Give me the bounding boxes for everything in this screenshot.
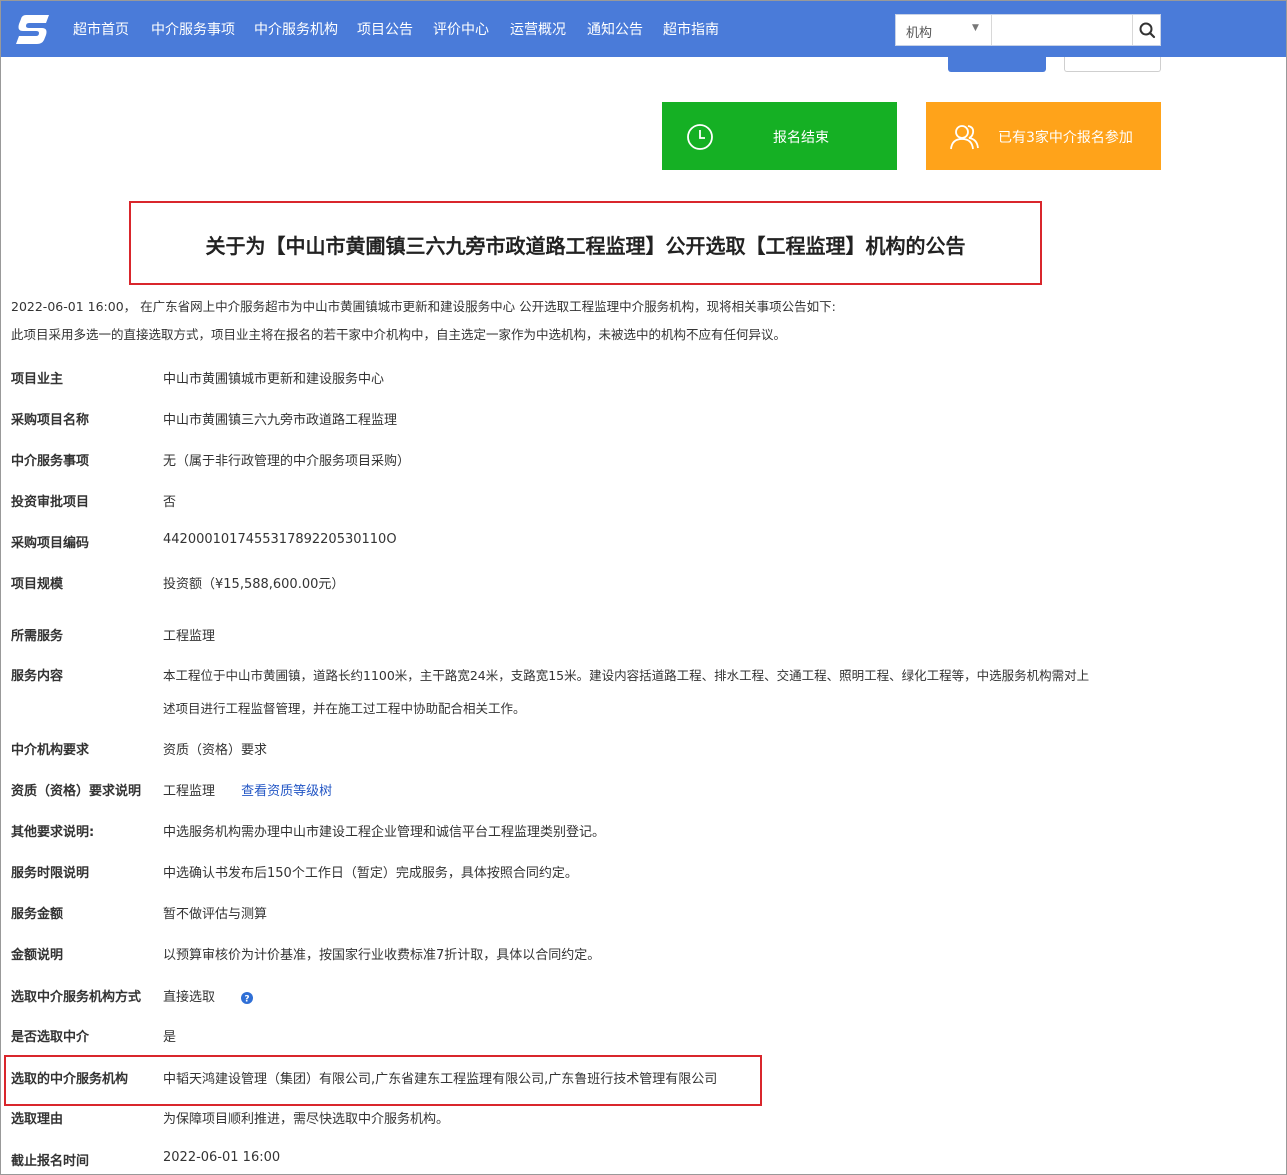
nav-home[interactable]: 超市首页 [73, 19, 129, 39]
label-service-period: 服务时限说明 [11, 866, 90, 881]
participants-button[interactable]: 已有3家中介报名参加 [926, 102, 1161, 170]
value-project-scale: 投资额（¥15,588,600.00元） [163, 577, 345, 592]
nav-evaluation[interactable]: 评价中心 [433, 19, 489, 39]
nav-announcements[interactable]: 通知公告 [587, 19, 643, 39]
nav-guide[interactable]: 超市指南 [663, 19, 719, 39]
value-service-content-line-1: 本工程位于中山市黄圃镇，道路长约1100米，主干路宽24米，支路宽15米。建设内… [163, 668, 1090, 683]
label-selected-agencies: 选取的中介服务机构 [11, 1072, 129, 1087]
top-nav: 超市首页 中介服务事项 中介服务机构 项目公告 评价中心 运营概况 通知公告 超… [1, 1, 1286, 57]
label-selection-reason: 选取理由 [11, 1112, 64, 1127]
value-service-period: 中选确认书发布后150个工作日（暂定）完成服务，具体按照合同约定。 [163, 866, 578, 881]
value-required-service: 工程监理 [163, 629, 216, 644]
view-qualification-tree-link[interactable]: 查看资质等级树 [241, 784, 332, 799]
search-icon [1139, 22, 1156, 39]
label-service-amount: 服务金额 [11, 907, 64, 922]
value-project-code: 442000101745531789220530110O [163, 532, 397, 547]
label-agency-requirement: 中介机构要求 [11, 743, 90, 758]
label-registration-deadline: 截止报名时间 [11, 1154, 90, 1169]
value-amount-note: 以预算审核价为计价基准，按国家行业收费标准7折计取，具体以合同约定。 [163, 948, 601, 963]
users-icon [950, 125, 979, 150]
value-other-requirements: 中选服务机构需办理中山市建设工程企业管理和诚信平台工程监理类别登记。 [163, 825, 606, 840]
search-input[interactable] [993, 15, 1131, 45]
nav-operations[interactable]: 运营概况 [510, 19, 566, 39]
participants-label: 已有3家中介报名参加 [998, 130, 1133, 146]
intro-line-1: 2022-06-01 16:00， 在广东省网上中介服务超市为中山市黄圃镇城市更… [11, 299, 836, 314]
partial-white-button[interactable] [1064, 57, 1161, 72]
label-amount-note: 金额说明 [11, 948, 64, 963]
nav-service-agencies[interactable]: 中介服务机构 [254, 19, 338, 39]
value-agency-requirement: 资质（资格）要求 [163, 743, 268, 758]
label-service-item: 中介服务事项 [11, 454, 90, 469]
search-button[interactable] [1132, 15, 1161, 45]
search-box: 机构 ▼ [895, 14, 1161, 46]
selection-method-text: 直接选取 [163, 990, 216, 1005]
qualification-value: 工程监理 [163, 784, 216, 799]
value-project-owner: 中山市黄圃镇城市更新和建设服务中心 [163, 372, 385, 387]
help-icon[interactable]: ? [241, 991, 254, 1004]
chevron-down-icon: ▼ [972, 23, 979, 33]
value-qualification-note: 工程监理 查看资质等级树 [163, 780, 332, 799]
value-project-name: 中山市黄圃镇三六九旁市政道路工程监理 [163, 413, 398, 428]
label-required-service: 所需服务 [11, 629, 64, 644]
registration-status-label: 报名结束 [773, 130, 829, 146]
nav-service-items[interactable]: 中介服务事项 [151, 19, 235, 39]
registration-status-button[interactable]: 报名结束 [662, 102, 897, 170]
label-project-name: 采购项目名称 [11, 413, 90, 428]
value-selection-reason: 为保障项目顺利推进，需尽快选取中介服务机构。 [163, 1112, 450, 1127]
search-category-select[interactable]: 机构 ▼ [896, 15, 992, 45]
value-service-item: 无（属于非行政管理的中介服务项目采购） [163, 454, 411, 469]
value-service-amount: 暂不做评估与测算 [163, 907, 268, 922]
search-category-label: 机构 [906, 26, 933, 41]
value-agency-selected: 是 [163, 1030, 177, 1045]
label-project-code: 采购项目编码 [11, 536, 90, 551]
nav-project-notices[interactable]: 项目公告 [357, 19, 413, 39]
value-registration-deadline: 2022-06-01 16:00 [163, 1150, 281, 1165]
site-logo[interactable] [13, 11, 53, 47]
label-project-scale: 项目规模 [11, 577, 64, 592]
value-investment-approval: 否 [163, 495, 177, 510]
value-service-content-line-2: 述项目进行工程监督管理，并在施工过工程中协助配合相关工作。 [163, 701, 526, 716]
label-service-content: 服务内容 [11, 669, 64, 684]
value-selection-method: 直接选取 ? [163, 986, 254, 1005]
title-highlight: 关于为【中山市黄圃镇三六九旁市政道路工程监理】公开选取【工程监理】机构的公告 [129, 201, 1042, 285]
svg-text:?: ? [245, 994, 250, 1004]
label-investment-approval: 投资审批项目 [11, 495, 90, 510]
partial-blue-button[interactable] [948, 57, 1046, 72]
label-project-owner: 项目业主 [11, 372, 64, 387]
label-qualification-note: 资质（资格）要求说明 [11, 784, 142, 799]
label-other-requirements: 其他要求说明: [11, 825, 95, 840]
value-selected-agencies: 中韬天鸿建设管理（集团）有限公司,广东省建东工程监理有限公司,广东鲁班行技术管理… [163, 1072, 718, 1087]
intro-line-2: 此项目采用多选一的直接选取方式，项目业主将在报名的若干家中介机构中，自主选定一家… [11, 327, 787, 342]
label-selection-method: 选取中介服务机构方式 [11, 990, 142, 1005]
clock-icon [687, 124, 713, 150]
label-agency-selected: 是否选取中介 [11, 1030, 90, 1045]
page-title: 关于为【中山市黄圃镇三六九旁市政道路工程监理】公开选取【工程监理】机构的公告 [205, 234, 966, 258]
